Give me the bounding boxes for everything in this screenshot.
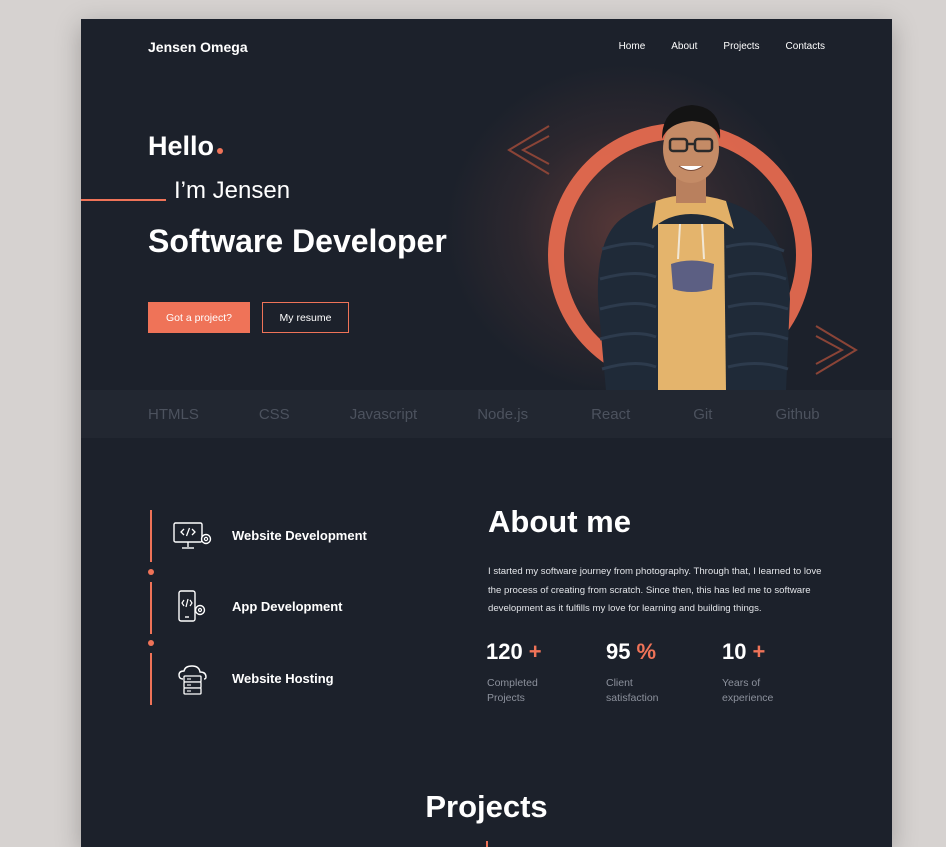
service-website-development: Website Development [232, 528, 367, 543]
site-logo[interactable]: Jensen Omega [148, 39, 248, 55]
nav-contacts-link[interactable]: Contacts [786, 41, 825, 52]
monitor-code-icon [173, 522, 212, 549]
nav-about-link[interactable]: About [671, 41, 697, 52]
main-nav: Home About Projects Contacts [619, 41, 825, 52]
timeline-segment [150, 582, 152, 634]
stat-projects-label: Completed Projects [487, 677, 538, 704]
accent-dot [217, 148, 224, 154]
tech-item: Javascript [349, 405, 418, 423]
got-a-project-button[interactable]: Got a project? [148, 302, 250, 333]
stat-satisfaction-label: Client satisfaction [606, 677, 659, 704]
hero-divider-line [81, 199, 166, 201]
tech-item: Github [775, 405, 820, 423]
timeline-dot [148, 640, 154, 646]
nav-home-link[interactable]: Home [619, 41, 646, 52]
mobile-code-icon [178, 590, 206, 622]
tech-stack-bar: HTMLS CSS Javascript Node.js React Git G… [81, 390, 892, 438]
tech-item: HTMLS [148, 405, 199, 423]
my-resume-button[interactable]: My resume [262, 302, 349, 333]
about-title: About me [488, 504, 631, 539]
service-website-hosting: Website Hosting [232, 671, 334, 686]
projects-accent-mark [486, 841, 488, 847]
about-text: I started my software journey from photo… [488, 566, 822, 614]
stat-satisfaction-value: 95% [606, 639, 657, 664]
chevron-right-icon [815, 325, 858, 375]
nav-projects-link[interactable]: Projects [723, 41, 759, 52]
tech-item: React [591, 405, 631, 423]
timeline-dot [148, 569, 154, 575]
cloud-server-icon [178, 665, 207, 695]
stat-experience-value: 10 + [722, 639, 766, 664]
timeline-segment [150, 510, 152, 562]
hero-role: Software Developer [148, 223, 447, 259]
tech-item: Git [693, 405, 713, 423]
stat-experience-label: Years of experience [722, 677, 774, 704]
service-app-development: App Development [232, 599, 343, 614]
stat-projects-value: 120 + [486, 639, 542, 664]
profile-photo [597, 105, 790, 391]
hero-greeting: Hello [148, 131, 224, 162]
portfolio-page: Jensen Omega Home About Projects Contact… [81, 19, 892, 847]
hero-intro: I’m Jensen [174, 177, 291, 204]
projects-title: Projects [425, 789, 548, 824]
tech-item: Node.js [477, 405, 529, 423]
chevron-left-icon [507, 125, 550, 175]
tech-item: CSS [258, 405, 290, 423]
timeline-segment [150, 653, 152, 705]
